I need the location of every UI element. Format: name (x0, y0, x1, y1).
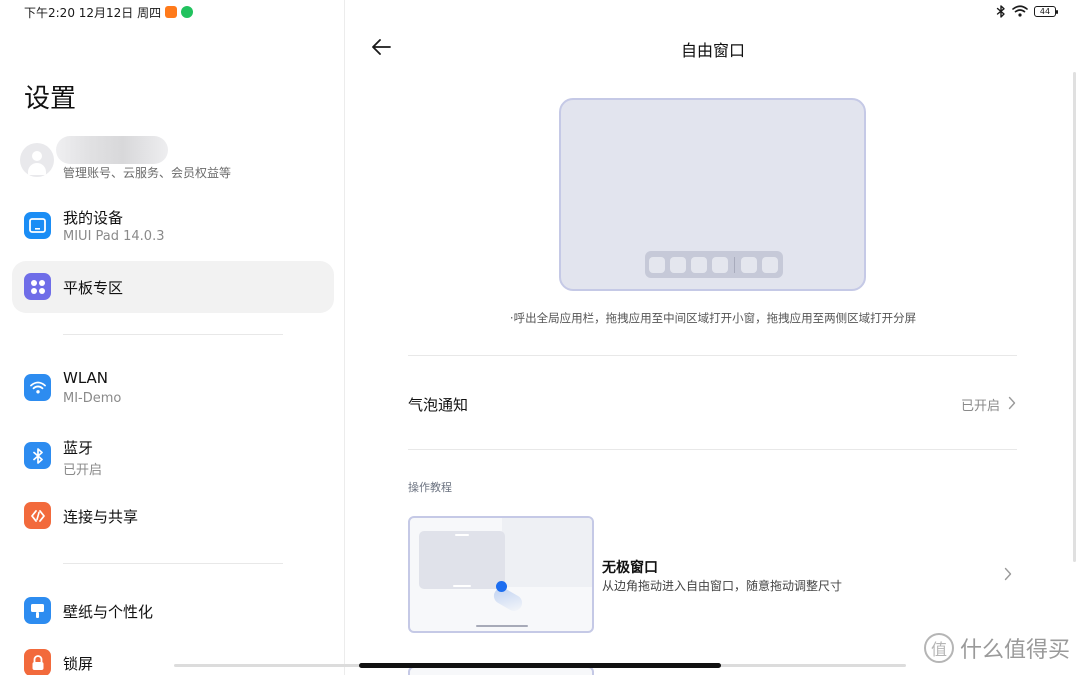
sidebar-divider (63, 563, 283, 564)
free-window-illustration (559, 98, 866, 291)
section-header-tutorial: 操作教程 (408, 481, 452, 494)
account-entry[interactable]: 管理账号、云服务、会员权益等 (20, 136, 320, 186)
sidebar-divider (63, 334, 283, 335)
share-icon (24, 502, 51, 529)
sidebar-item-label: 壁纸与个性化 (63, 603, 154, 621)
sidebar-item-tablet-zone[interactable]: 平板专区 (12, 261, 334, 313)
settings-title: 设置 (24, 84, 77, 114)
chevron-right-icon (1004, 567, 1012, 581)
bluetooth-icon (24, 442, 51, 469)
settings-screen: 下午2:20 12月12日 周四 设置 管理账号、云服务、会员权益等 我的设备 … (0, 0, 1080, 675)
sidebar-item-label: WLAN (63, 369, 109, 387)
detail-pane: 44 自由窗口 ·呼出全局应用栏，拖拽应用至中间区域打开小窗，拖拽应用至两侧区域… (346, 0, 1080, 675)
tablet-icon (24, 212, 51, 239)
sidebar-item-connection-sharing[interactable]: 连接与共享 (12, 490, 334, 542)
sidebar-item-bluetooth[interactable]: 蓝牙 已开启 (12, 430, 334, 482)
avatar (20, 143, 54, 177)
sidebar-item-subtitle: MIUI Pad 14.0.3 (63, 229, 165, 244)
app-dock-illustration (645, 251, 783, 278)
sidebar-item-wlan[interactable]: WLAN MI-Demo (12, 362, 334, 414)
tutorial-title: 无极窗口 (602, 560, 658, 576)
battery-level: 44 (1039, 6, 1051, 16)
sidebar-item-label: 锁屏 (63, 655, 94, 673)
bubble-notification-value: 已开启 (960, 399, 1000, 414)
lock-icon (24, 649, 51, 675)
tutorial-description: 从边角拖动进入自由窗口，随意拖动调整尺寸 (602, 579, 843, 593)
status-bar-right: 44 (996, 3, 1058, 19)
grid-dots-icon (24, 273, 51, 300)
home-indicator[interactable] (359, 663, 721, 668)
watermark-text: 什么值得买 (959, 638, 1070, 663)
sidebar-item-label: 连接与共享 (63, 508, 139, 526)
account-subtitle: 管理账号、云服务、会员权益等 (63, 166, 232, 180)
status-bar-left: 下午2:20 12月12日 周四 (24, 4, 194, 20)
page-title: 自由窗口 (680, 41, 745, 60)
sidebar-item-label: 平板专区 (63, 279, 124, 297)
sidebar-item-label: 我的设备 (63, 209, 124, 227)
phone-call-icon (181, 6, 194, 18)
chevron-right-icon (1008, 396, 1016, 410)
content-divider (408, 449, 1017, 450)
tutorial-thumbnail (408, 516, 594, 633)
sidebar-item-my-device[interactable]: 我的设备 MIUI Pad 14.0.3 (12, 200, 334, 252)
settings-sidebar: 下午2:20 12月12日 周四 设置 管理账号、云服务、会员权益等 我的设备 … (0, 0, 345, 675)
account-name-blurred (56, 136, 168, 164)
sidebar-item-wallpaper[interactable]: 壁纸与个性化 (12, 585, 334, 637)
sidebar-item-lock-screen[interactable]: 锁屏 (12, 637, 334, 675)
window-illustration (419, 531, 505, 589)
bluetooth-icon (996, 4, 1005, 18)
content-divider (408, 355, 1017, 356)
status-time-date: 下午2:20 12月12日 周四 (24, 5, 162, 20)
taobao-icon (165, 6, 178, 18)
wifi-icon (1012, 5, 1028, 17)
watermark-logo-icon: 值 (923, 633, 954, 663)
sidebar-item-subtitle: MI-Demo (63, 391, 122, 406)
sidebar-item-label: 蓝牙 (63, 439, 94, 457)
wallpaper-icon (24, 597, 51, 624)
sidebar-item-subtitle: 已开启 (63, 463, 103, 478)
battery-icon: 44 (1034, 5, 1058, 17)
watermark: 值 什么值得买 (923, 632, 1070, 664)
wifi-icon (24, 374, 51, 401)
bubble-notification-label: 气泡通知 (408, 396, 469, 414)
drag-handle-illustration (496, 581, 507, 592)
illustration-caption: ·呼出全局应用栏，拖拽应用至中间区域打开小窗，拖拽应用至两侧区域打开分屏 (509, 311, 917, 325)
scrollbar[interactable] (1073, 72, 1076, 562)
